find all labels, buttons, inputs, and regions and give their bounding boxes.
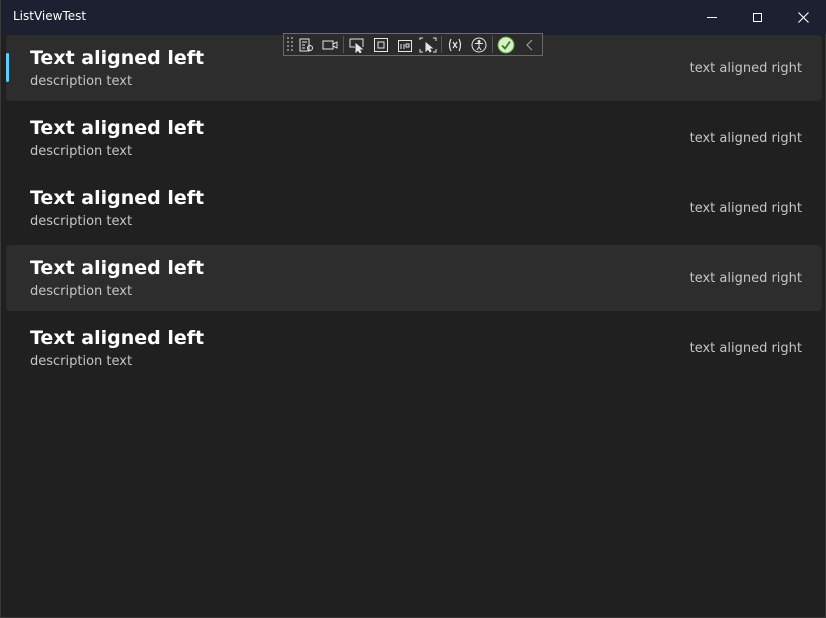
item-description: description text xyxy=(30,214,133,229)
preview-selection-icon[interactable] xyxy=(393,34,417,55)
collapse-icon[interactable] xyxy=(518,34,542,55)
accessibility-checker-icon[interactable] xyxy=(467,34,491,55)
toolbar-separator xyxy=(441,36,443,53)
display-layout-adorners-icon[interactable] xyxy=(369,34,393,55)
item-title: Text aligned left xyxy=(30,117,205,139)
xaml-debug-toolbar xyxy=(283,33,543,56)
item-right-text: text aligned right xyxy=(689,271,802,286)
drag-grip-icon[interactable] xyxy=(286,36,294,53)
maximize-icon xyxy=(752,12,762,22)
item-right-text: text aligned right xyxy=(689,131,802,146)
item-right-text: text aligned right xyxy=(689,201,802,216)
toolbar-separator xyxy=(342,36,344,53)
app-window: ListViewTest Text aligned left descripti… xyxy=(0,0,826,618)
close-button[interactable] xyxy=(780,0,826,34)
check-icon[interactable] xyxy=(494,34,518,55)
toggle-hot-reload-icon[interactable] xyxy=(417,34,441,55)
selection-indicator xyxy=(6,53,9,82)
item-title: Text aligned left xyxy=(30,327,205,349)
minimize-button[interactable] xyxy=(689,0,735,34)
item-right-text: text aligned right xyxy=(689,61,802,76)
title-bar[interactable]: ListViewTest xyxy=(1,0,826,34)
item-description: description text xyxy=(30,74,133,89)
item-description: description text xyxy=(30,144,133,159)
list-view[interactable]: Text aligned left description text text … xyxy=(6,35,822,385)
list-item[interactable]: Text aligned left description text text … xyxy=(6,175,822,241)
list-item[interactable]: Text aligned left description text text … xyxy=(6,315,822,381)
close-icon xyxy=(797,11,809,23)
toolbar-separator xyxy=(492,36,494,53)
item-title: Text aligned left xyxy=(30,257,205,279)
item-title: Text aligned left xyxy=(30,187,205,209)
item-title: Text aligned left xyxy=(30,47,205,69)
item-description: description text xyxy=(30,354,133,369)
binding-failures-icon[interactable] xyxy=(443,34,467,55)
list-item[interactable]: Text aligned left description text text … xyxy=(6,105,822,171)
window-title: ListViewTest xyxy=(13,9,87,23)
minimize-icon xyxy=(707,16,717,18)
item-right-text: text aligned right xyxy=(689,341,802,356)
maximize-button[interactable] xyxy=(734,0,780,34)
track-focus-icon[interactable] xyxy=(318,34,342,55)
list-item[interactable]: Text aligned left description text text … xyxy=(6,245,822,311)
go-to-live-visual-tree-icon[interactable] xyxy=(294,34,318,55)
item-description: description text xyxy=(30,284,133,299)
select-element-icon[interactable] xyxy=(345,34,369,55)
